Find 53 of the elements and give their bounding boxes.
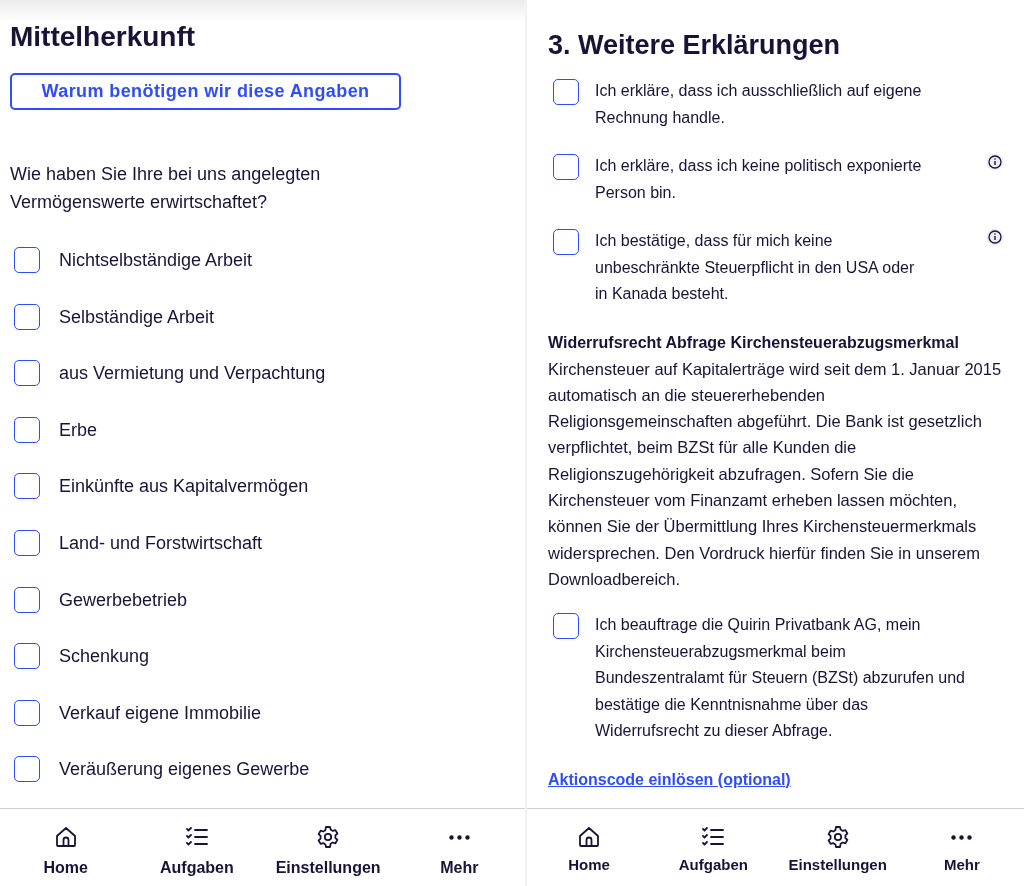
- option-label: Schenkung: [59, 645, 150, 669]
- declaration-text: Ich erkläre, dass ich ausschließlich auf eigene Rechnung handle.: [595, 81, 923, 128]
- settings-icon: [316, 825, 341, 849]
- consent-text: Ich beauftrage die Quirin Privatbank AG, mein Kirchensteuerabzugsmerkmal beim Bundeszentralamt für Steuern (BZSt) abzurufen und bestätige die Kenntnisnahme über das Widerrufsrecht zu dieser Abfrage.: [595, 615, 966, 742]
- info-icon[interactable]: [986, 228, 1004, 246]
- nav-tab[interactable]: Home: [0, 809, 132, 886]
- checkbox[interactable]: [14, 756, 40, 783]
- option-label: Erbe: [59, 418, 98, 442]
- option-label: Veräußerung eigenes Gewerbe: [59, 758, 310, 782]
- more-icon: [951, 834, 973, 840]
- nav-tab[interactable]: Mehr: [899, 809, 1024, 886]
- checklist-icon: [184, 825, 209, 849]
- declaration-text: Ich bestätige, dass für mich keine unbeschränkte Steuerpflicht in den USA oder in Kanada besteht.: [595, 231, 916, 304]
- option-label: Gewerbebetrieb: [59, 588, 188, 612]
- home-icon: [53, 825, 78, 849]
- option-label: Nichtselbständige Arbeit: [59, 249, 253, 272]
- info-button[interactable]: Warum benötigen wir diese Angaben: [10, 73, 401, 110]
- checkbox[interactable]: [553, 79, 579, 105]
- checkbox[interactable]: [553, 154, 579, 180]
- more-icon: [448, 834, 470, 840]
- option-label: Verkauf eigene Immobilie: [59, 701, 262, 725]
- page-title: Mittelherkunft: [10, 20, 197, 54]
- section-title: 3. Weitere Erklärungen: [548, 30, 842, 60]
- nav-tab[interactable]: Home: [527, 809, 652, 886]
- body-text: Kirchensteuer auf Kapitalerträge wird seit dem 1. Januar 2015 automatisch an die steuererhebenden Religionsgemeinschaften abgeführt. Die Bank ist gesetzlich verpflichtet, beim BZSt für alle Kunden die Religionszugehörigkeit abzufragen. Sofern Sie die Kirchensteuer vom Finanzamt erheben lassen möchten, können Sie der Übermittlung Ihres Kirchensteuermerkmals widersprechen. Den Vordruck hierfür finden Sie in unserem Downloadbereich.: [548, 358, 1003, 590]
- promo-code-link[interactable]: Aktionscode einlösen (optional): [548, 770, 791, 788]
- checkbox[interactable]: [553, 613, 579, 640]
- checkbox[interactable]: [14, 247, 40, 273]
- checkbox[interactable]: [14, 416, 40, 443]
- checkbox[interactable]: [553, 229, 579, 255]
- nav-tab[interactable]: Aufgaben: [131, 809, 263, 886]
- nav-tab[interactable]: Aufgaben: [651, 809, 776, 886]
- nav-tab[interactable]: Mehr: [393, 809, 525, 886]
- section-heading: Widerrufsrecht Abfrage Kirchensteuerabzugsmerkmal: [548, 332, 960, 353]
- question-text: Wie haben Sie Ihre bei uns angelegten Vermögenswerte erwirtschaftet?: [10, 163, 322, 214]
- checkbox[interactable]: [14, 473, 40, 500]
- option-label: Selbständige Arbeit: [59, 305, 215, 329]
- settings-icon: [825, 825, 850, 849]
- option-label: Einkünfte aus Kapitalvermögen: [59, 475, 309, 499]
- checkbox[interactable]: [14, 643, 40, 670]
- checklist-icon: [701, 825, 726, 849]
- option-label: aus Vermietung und Verpachtung: [59, 362, 326, 386]
- info-icon[interactable]: [986, 153, 1004, 171]
- declaration-text: Ich erkläre, dass ich keine politisch exponierte Person bin.: [595, 156, 923, 203]
- home-icon: [577, 825, 602, 849]
- nav-tab[interactable]: Einstellungen: [262, 809, 394, 886]
- checkbox[interactable]: [14, 360, 40, 387]
- checkbox[interactable]: [14, 586, 40, 613]
- nav-tab[interactable]: Einstellungen: [775, 809, 900, 886]
- option-label: Land- und Forstwirtschaft: [59, 531, 263, 555]
- checkbox[interactable]: [14, 699, 40, 726]
- checkbox[interactable]: [14, 529, 40, 556]
- checkbox[interactable]: [14, 303, 40, 330]
